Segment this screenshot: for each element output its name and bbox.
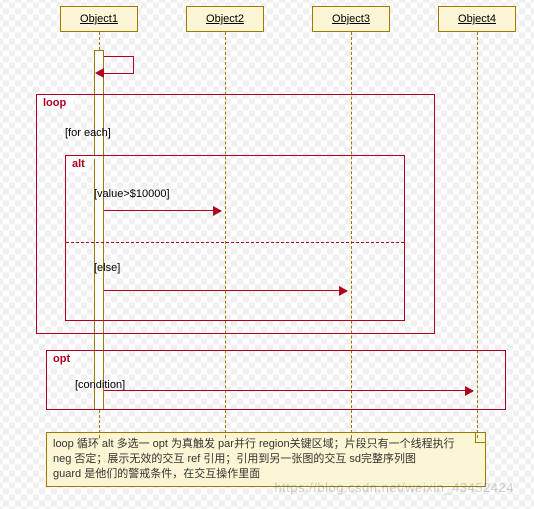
lifeline-head-object4[interactable]: Object4 [438,6,516,32]
fragment-loop-label: loop [36,94,78,111]
lifeline-head-object1[interactable]: Object1 [60,6,138,32]
fragment-opt-label: opt [46,350,82,367]
diagram-note: loop 循环 alt 多选一 opt 为真触发 par并行 region关键区… [46,432,486,487]
fragment-alt-label: alt [65,155,97,172]
arrowhead-icon [213,206,222,216]
fragment-alt-guard2: [else] [94,262,120,274]
lifeline-head-object3[interactable]: Object3 [312,6,390,32]
note-line: neg 否定；展示无效的交互 ref 引用；引用到另一张图的交互 sd完整序列图 [53,452,479,467]
self-message-object1[interactable] [104,56,134,74]
sequence-diagram: Object1 Object2 Object3 Object4 loop [fo… [0,0,534,509]
fragment-alt-divider [66,242,404,243]
fragment-loop-guard: [for each] [65,127,111,139]
arrowhead-icon [465,386,474,396]
fragment-loop[interactable]: loop [for each] alt [value>$10000] [else… [36,94,435,334]
lifeline-head-object2[interactable]: Object2 [186,6,264,32]
fragment-alt[interactable]: alt [value>$10000] [else] [65,155,405,321]
arrowhead-icon [95,68,104,78]
note-line: loop 循环 alt 多选一 opt 为真触发 par并行 region关键区… [53,437,479,452]
fragment-alt-guard1: [value>$10000] [94,188,170,200]
message-obj1-to-obj4[interactable] [104,390,473,391]
watermark: https://blog.csdn.net/weixin_43452424 [274,480,514,495]
message-obj1-to-obj2[interactable] [104,210,221,211]
fragment-opt[interactable]: opt [condition] [46,350,506,410]
message-obj1-to-obj3[interactable] [104,290,347,291]
arrowhead-icon [339,286,348,296]
